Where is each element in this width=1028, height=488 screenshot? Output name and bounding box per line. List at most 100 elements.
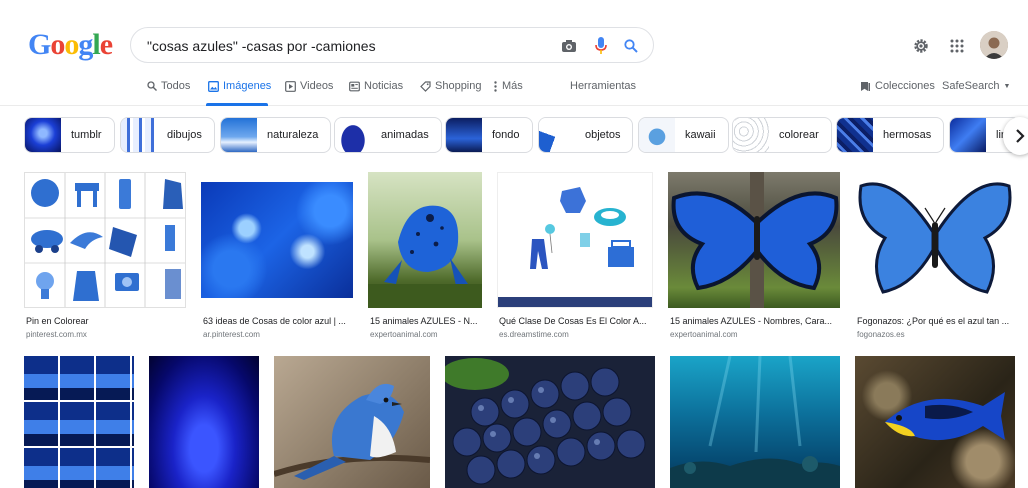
search-tabs: Todos Imágenes Videos Noticias Shopping … xyxy=(0,72,1028,106)
chip-label: hermosas xyxy=(883,129,932,141)
tag-icon xyxy=(420,80,431,92)
tab-imagenes[interactable]: Imágenes xyxy=(208,80,271,92)
result-title[interactable]: 63 ideas de Cosas de color azul | ... xyxy=(203,316,353,326)
chip-thumbnail xyxy=(733,118,769,152)
result-thumbnail[interactable] xyxy=(855,356,1015,488)
more-vertical-icon xyxy=(493,80,498,92)
image-result[interactable]: Qué Clase De Cosas Es El Color A... es.d… xyxy=(497,172,653,342)
microphone-icon[interactable] xyxy=(591,36,611,56)
image-icon xyxy=(208,80,219,92)
tab-noticias[interactable]: Noticias xyxy=(349,80,403,92)
chip-naturaleza[interactable]: naturaleza xyxy=(220,117,332,153)
result-source[interactable]: expertoanimal.com xyxy=(370,330,438,339)
chevron-right-icon xyxy=(1016,129,1025,143)
search-box[interactable]: "cosas azules" -casas por -camiones xyxy=(130,27,654,63)
search-icon xyxy=(146,81,157,92)
tab-label: Videos xyxy=(300,80,334,92)
result-source[interactable]: es.dreamstime.com xyxy=(499,330,569,339)
result-thumbnail[interactable] xyxy=(855,172,1015,308)
chip-label: dibujos xyxy=(167,129,202,141)
chip-thumbnail xyxy=(335,118,371,152)
chip-animadas[interactable]: animadas xyxy=(334,117,442,153)
tab-mas[interactable]: Más xyxy=(493,80,523,92)
logo-letter: e xyxy=(99,28,113,61)
result-thumbnail[interactable] xyxy=(445,356,655,488)
tab-label: Imágenes xyxy=(223,80,272,92)
gear-icon[interactable] xyxy=(910,35,932,57)
active-tab-indicator xyxy=(206,103,268,106)
tab-label: Más xyxy=(502,80,523,92)
image-result[interactable] xyxy=(670,356,840,488)
search-icon[interactable] xyxy=(621,36,641,56)
chip-kawaii[interactable]: kawaii xyxy=(638,117,729,153)
chip-dibujos[interactable]: dibujos xyxy=(120,117,215,153)
search-input[interactable]: "cosas azules" -casas por -camiones xyxy=(147,38,376,54)
result-thumbnail[interactable] xyxy=(274,356,430,488)
safesearch-label: SafeSearch xyxy=(942,80,1000,92)
tab-shopping[interactable]: Shopping xyxy=(420,80,482,92)
chip-hermosas[interactable]: hermosas xyxy=(836,117,945,153)
chip-colorear[interactable]: colorear xyxy=(732,117,832,153)
logo-letter: o xyxy=(64,28,79,61)
image-result[interactable]: Pin en Colorear pinterest.com.mx xyxy=(24,172,186,342)
chip-thumbnail xyxy=(25,118,61,152)
image-result[interactable]: 15 animales AZULES - Nombres, Cara... ex… xyxy=(668,172,840,342)
image-result[interactable]: Fogonazos: ¿Por qué es el azul tan ... f… xyxy=(855,172,1015,342)
related-chips-bar: tumblr dibujos naturaleza animadas fondo… xyxy=(24,117,1028,155)
news-icon xyxy=(349,81,360,92)
chip-label: animadas xyxy=(381,129,429,141)
image-result[interactable] xyxy=(855,356,1015,488)
image-result[interactable] xyxy=(274,356,430,488)
tools-button[interactable]: Herramientas xyxy=(570,80,636,92)
result-title[interactable]: 15 animales AZULES - N... xyxy=(370,316,482,326)
tab-todos[interactable]: Todos xyxy=(146,80,190,92)
result-thumbnail[interactable] xyxy=(149,356,259,488)
result-thumbnail[interactable] xyxy=(670,356,840,488)
tab-label: Todos xyxy=(161,80,191,92)
chip-objetos[interactable]: objetos xyxy=(538,117,634,153)
collections-label: Colecciones xyxy=(875,80,935,92)
image-result[interactable] xyxy=(24,356,134,488)
chip-fondo[interactable]: fondo xyxy=(445,117,533,153)
chip-label: fondo xyxy=(492,129,520,141)
avatar[interactable] xyxy=(980,31,1008,59)
camera-icon[interactable] xyxy=(559,36,579,56)
safesearch-button[interactable]: SafeSearch ▼ xyxy=(942,80,1010,92)
caret-down-icon: ▼ xyxy=(1003,82,1011,90)
logo-letter: G xyxy=(28,28,51,61)
image-result[interactable] xyxy=(149,356,259,488)
google-logo[interactable]: Google xyxy=(28,28,113,61)
result-source[interactable]: ar.pinterest.com xyxy=(203,330,260,339)
result-thumbnail[interactable] xyxy=(368,172,482,308)
chip-label: colorear xyxy=(779,129,819,141)
result-thumbnail[interactable] xyxy=(668,172,840,308)
logo-letter: l xyxy=(92,28,100,61)
chip-thumbnail xyxy=(837,118,873,152)
image-result[interactable] xyxy=(445,356,655,488)
collections-button[interactable]: Colecciones xyxy=(860,80,935,92)
chip-label: objetos xyxy=(585,129,621,141)
chip-label: naturaleza xyxy=(267,129,319,141)
result-source[interactable]: expertoanimal.com xyxy=(670,330,738,339)
image-result[interactable]: 63 ideas de Cosas de color azul | ... ar… xyxy=(201,172,353,342)
result-title[interactable]: Pin en Colorear xyxy=(26,316,186,326)
result-title[interactable]: Fogonazos: ¿Por qué es el azul tan ... xyxy=(857,316,1015,326)
result-title[interactable]: 15 animales AZULES - Nombres, Cara... xyxy=(670,316,840,326)
header: Google "cosas azules" -casas por -camion… xyxy=(0,0,1028,72)
result-thumbnail[interactable] xyxy=(201,182,353,298)
apps-grid-icon[interactable] xyxy=(946,35,968,57)
result-thumbnail[interactable] xyxy=(497,172,653,308)
play-icon xyxy=(285,80,296,92)
chip-thumbnail xyxy=(221,118,257,152)
chip-thumbnail xyxy=(539,118,575,152)
image-result[interactable]: 15 animales AZULES - N... expertoanimal.… xyxy=(368,172,482,342)
chip-tumblr[interactable]: tumblr xyxy=(24,117,115,153)
tab-label: Noticias xyxy=(364,80,404,92)
result-source[interactable]: fogonazos.es xyxy=(857,330,905,339)
result-source[interactable]: pinterest.com.mx xyxy=(26,330,87,339)
result-thumbnail[interactable] xyxy=(24,356,134,488)
result-title[interactable]: Qué Clase De Cosas Es El Color A... xyxy=(499,316,653,326)
bookmark-icon xyxy=(860,81,871,92)
tab-videos[interactable]: Videos xyxy=(285,80,333,92)
result-thumbnail[interactable] xyxy=(24,172,186,308)
